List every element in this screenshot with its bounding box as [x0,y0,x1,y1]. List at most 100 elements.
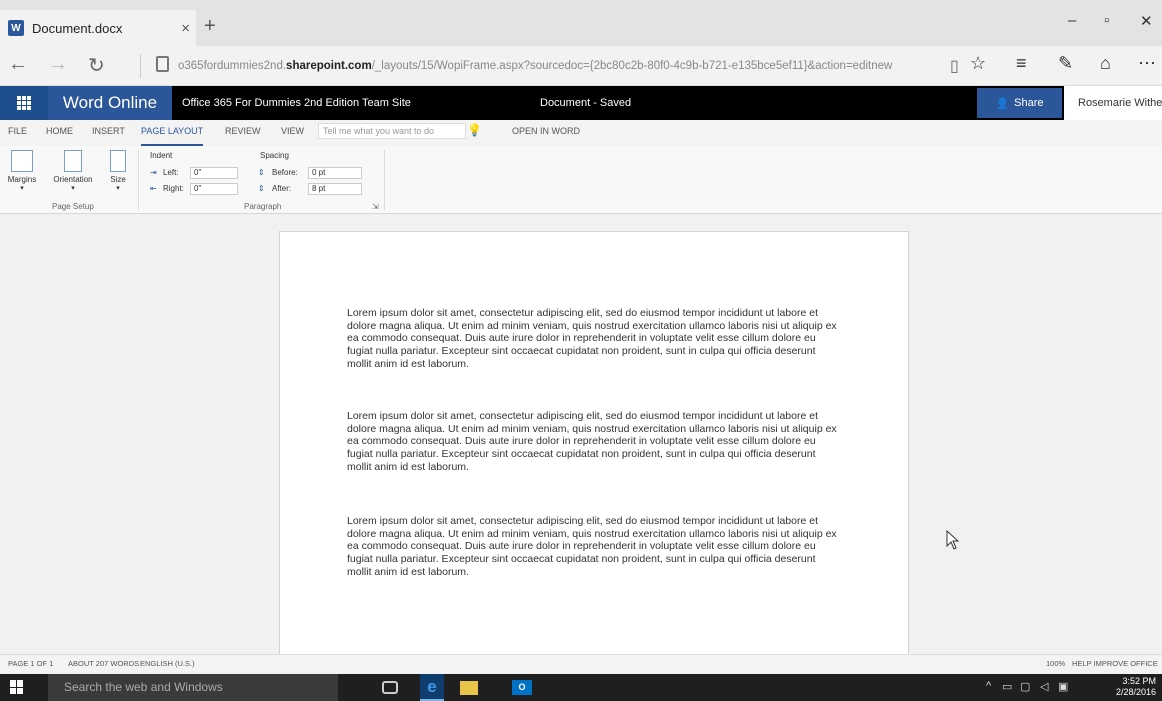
size-button[interactable]: Size ▾ [104,150,132,192]
web-note-icon[interactable]: ✎ [1058,53,1073,74]
maximize-button[interactable]: ▫ [1104,12,1109,29]
margins-icon [11,150,33,172]
page-setup-group-label: Page Setup [52,202,94,211]
tab-view[interactable]: VIEW [281,120,304,146]
paragraph-dialog-launcher-icon[interactable]: ⇲ [372,202,379,211]
tray-chevron-icon[interactable]: ^ [986,680,991,692]
app-launcher-icon[interactable] [0,86,48,120]
app-name[interactable]: Word Online [48,86,172,120]
open-in-word-button[interactable]: OPEN IN WORD [512,120,580,146]
share-icon[interactable]: ⌂ [1100,53,1111,74]
network-icon[interactable]: ▢ [1020,680,1030,693]
orientation-button[interactable]: Orientation ▾ [46,150,100,192]
spacing-after-icon: ⇕ [258,184,265,193]
task-view-icon[interactable] [382,681,398,694]
document-paragraph[interactable]: Lorem ipsum dolor sit amet, consectetur … [347,515,839,579]
spacing-before-input[interactable]: 0 pt [308,167,362,179]
tell-me-input[interactable]: Tell me what you want to do [318,123,466,139]
mouse-pointer-icon [946,530,960,550]
nav-divider [140,54,141,78]
windows-taskbar: Search the web and Windows e O ^ ▭ ▢ ◁ ▣… [0,674,1162,701]
language-status[interactable]: ENGLISH (U.S.) [140,659,195,668]
back-arrow-icon[interactable]: ← [8,53,28,76]
spacing-label: Spacing [260,151,289,160]
file-explorer-icon[interactable] [460,681,478,695]
url-field[interactable]: o365fordummies2nd.sharepoint.com/_layout… [178,55,938,77]
spacing-before-icon: ⇕ [258,168,265,177]
document-page[interactable]: Lorem ipsum dolor sit amet, consectetur … [279,231,909,671]
people-icon: 👤 [995,97,1010,110]
share-button[interactable]: 👤 Share [977,88,1062,118]
size-icon [110,150,126,172]
browser-tab-bar: W Document.docx × + – ▫ ✕ [0,0,1162,46]
tab-insert[interactable]: INSERT [92,120,125,146]
edge-browser-icon[interactable]: e [420,674,444,701]
clock-date: 2/28/2016 [1115,687,1156,697]
tab-review[interactable]: REVIEW [225,120,261,146]
indent-right-label: Right: [163,184,184,193]
indent-left-label: Left: [163,168,179,177]
indent-left-icon: ⇥ [150,168,157,177]
document-paragraph[interactable]: Lorem ipsum dolor sit amet, consectetur … [347,410,839,474]
reading-view-icon[interactable]: ▯ [950,56,959,76]
minimize-button[interactable]: – [1068,12,1076,29]
spacing-before-label: Before: [272,168,298,177]
zoom-level[interactable]: 100% [1046,659,1065,668]
group-divider [384,150,385,210]
lightbulb-icon: 💡 [467,123,482,137]
hub-icon[interactable]: ≡ [1016,53,1027,74]
user-name[interactable]: Rosemarie Withee [1064,86,1162,120]
refresh-icon[interactable]: ↻ [88,53,105,78]
favorite-star-icon[interactable]: ☆ [970,53,986,74]
margins-button[interactable]: Margins ▾ [2,150,42,192]
tab-home[interactable]: HOME [46,120,73,146]
taskbar-search-input[interactable]: Search the web and Windows [48,674,338,701]
lock-icon [156,56,169,72]
ribbon-body: Margins ▾ Orientation ▾ Size ▾ Page Setu… [0,146,1162,214]
close-tab-icon[interactable]: × [181,20,190,37]
more-icon[interactable]: ⋯ [1138,53,1156,74]
group-divider [138,150,139,210]
tab-title: Document.docx [32,20,123,36]
tab-file[interactable]: FILE [8,120,27,146]
ribbon-tabs: FILE HOME INSERT PAGE LAYOUT REVIEW VIEW… [0,120,1162,146]
site-name-link[interactable]: Office 365 For Dummies 2nd Edition Team … [182,86,411,120]
outlook-icon[interactable]: O [512,680,532,695]
orientation-label: Orientation [53,175,93,184]
forward-arrow-icon[interactable]: → [48,53,68,76]
windows-start-icon[interactable] [10,680,24,694]
battery-icon[interactable]: ▭ [1002,680,1012,693]
window-close-button[interactable]: ✕ [1140,12,1153,30]
share-label: Share [1014,97,1044,109]
indent-right-icon: ⇤ [150,184,157,193]
margins-label: Margins [7,175,37,184]
tab-page-layout[interactable]: PAGE LAYOUT [141,120,204,146]
volume-icon[interactable]: ◁ [1040,680,1048,693]
indent-label: Indent [150,151,173,160]
indent-right-input[interactable]: 0" [190,183,238,195]
word-header: Word Online Office 365 For Dummies 2nd E… [0,86,1162,120]
help-improve-link[interactable]: HELP IMPROVE OFFICE [1072,659,1158,668]
page-count: PAGE 1 OF 1 [8,659,54,668]
address-bar: ← → ↻ o365fordummies2nd.sharepoint.com/_… [0,46,1162,86]
spacing-after-label: After: [272,184,292,193]
document-status: Document - Saved [540,97,632,109]
document-paragraph[interactable]: Lorem ipsum dolor sit amet, consectetur … [347,307,839,371]
url-path: /_layouts/15/WopiFrame.aspx?sourcedoc={2… [371,60,893,72]
indent-left-input[interactable]: 0" [190,167,238,179]
notifications-icon[interactable]: ▣ [1058,680,1068,693]
size-label: Size [110,175,126,184]
spacing-after-input[interactable]: 8 pt [308,183,362,195]
paragraph-group-label: Paragraph [244,202,282,211]
word-doc-icon: W [8,20,24,36]
word-count: ABOUT 207 WORDS [68,659,140,668]
clock-time: 3:52 PM [1122,676,1156,686]
url-prefix: o365fordummies2nd. [178,60,287,72]
browser-tab[interactable]: W Document.docx × [0,10,196,46]
status-bar: PAGE 1 OF 1 ABOUT 207 WORDS ENGLISH (U.S… [0,654,1162,674]
url-domain: sharepoint.com [286,60,372,72]
document-canvas: Lorem ipsum dolor sit amet, consectetur … [0,214,1162,671]
orientation-icon [64,150,82,172]
system-clock[interactable]: 3:52 PM 2/28/2016 [1116,676,1156,698]
new-tab-button[interactable]: + [204,15,216,38]
